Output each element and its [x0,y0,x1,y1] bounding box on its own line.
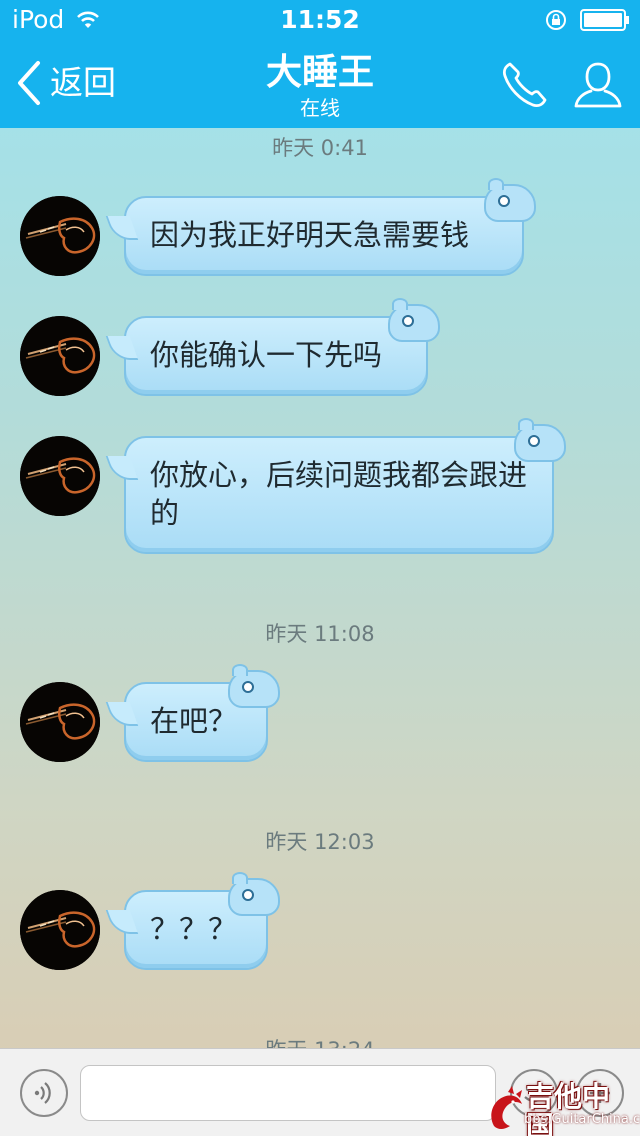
voice-button[interactable] [20,1069,68,1117]
lock-rotation-icon [546,10,566,30]
message-text: 在吧？ [150,704,238,738]
top-bar: iPod 11:52 返回 大睡王 在线 [0,0,640,128]
message-text: 你放心，后续问题我都会跟进的 [150,458,528,530]
avatar[interactable] [20,890,100,970]
message-bubble[interactable]: 你能确认一下先吗 [124,298,440,396]
message-input[interactable] [80,1065,496,1121]
avatar[interactable] [20,196,100,276]
bubble-decoration [228,664,280,708]
avatar[interactable] [20,436,100,516]
bubble-decoration [228,872,280,916]
chat-screen: iPod 11:52 返回 大睡王 在线 昨天 0:41 因为我正好明天急需要钱… [0,0,640,1136]
profile-icon[interactable] [572,58,624,110]
message-timestamp: 昨天 11:08 [265,622,375,646]
message-text: ？？？ [150,912,238,946]
bubble-decoration [388,298,440,342]
bubble-decoration [514,418,566,462]
battery-icon [580,9,629,31]
watermark-logo: 吉他中国 bbs.GuitarChina.com [486,1080,640,1136]
avatar[interactable] [20,682,100,762]
message-text: 因为我正好明天急需要钱 [150,218,470,252]
watermark-url: bbs.GuitarChina.com [524,1112,640,1127]
status-time: 11:52 [280,5,360,34]
bubble-decoration [484,178,536,222]
phone-icon[interactable] [500,58,550,110]
dragon-logo-icon [491,1086,522,1129]
status-bar: iPod 11:52 [0,0,640,40]
message-bubble[interactable]: 因为我正好明天急需要钱 [124,178,536,276]
message-timestamp: 昨天 12:03 [265,830,375,854]
avatar[interactable] [20,316,100,396]
message-timestamp: 昨天 0:41 [272,136,368,160]
message-bubble[interactable]: ？？？ [124,872,280,970]
message-bubble[interactable]: 你放心，后续问题我都会跟进的 [124,418,566,554]
message-bubble[interactable]: 在吧？ [124,664,280,762]
voice-icon [34,1082,51,1104]
message-text: 你能确认一下先吗 [150,338,383,372]
